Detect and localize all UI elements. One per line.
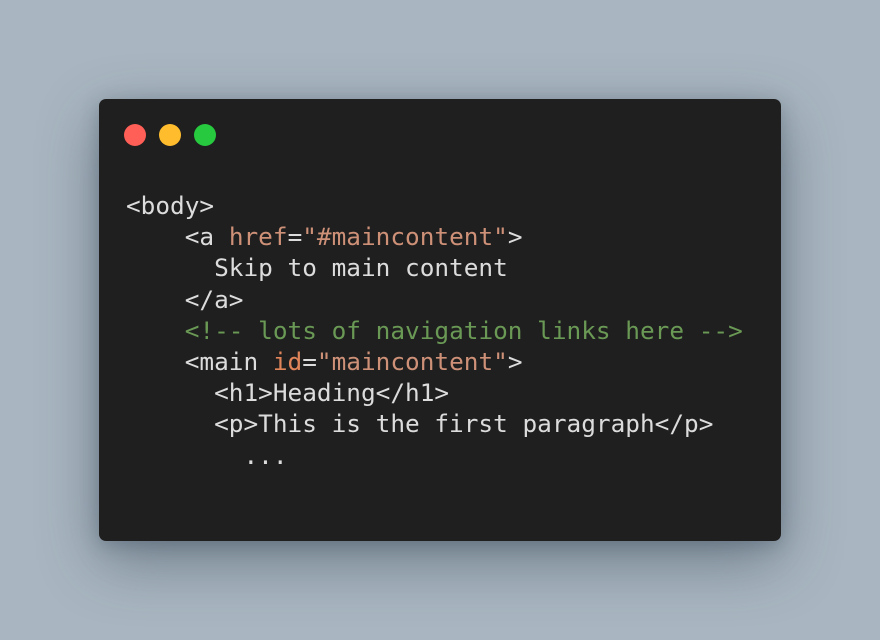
code-token-tag: > [507, 222, 523, 252]
code-token-tag: </a> [184, 284, 244, 314]
code-token-text: ... [243, 440, 288, 470]
code-line: <body> [126, 190, 743, 221]
code-line: <h1>Heading</h1> [126, 377, 743, 408]
code-token-text: Skip to main content [214, 253, 508, 283]
code-token-str: "#maincontent" [302, 222, 508, 252]
code-token-tag: = [302, 346, 317, 376]
code-token-comment: <!-- lots of navigation links here --> [184, 315, 743, 345]
code-token-tag: <a [184, 222, 229, 252]
zoom-dot-icon[interactable] [194, 124, 216, 146]
code-block: <body> <a href="#maincontent"> Skip to m… [126, 190, 743, 471]
code-token-attrc: id [272, 346, 303, 376]
code-line: <a href="#maincontent"> [126, 221, 743, 252]
code-line: Skip to main content [126, 252, 743, 283]
code-token-tag: <h1>Heading</h1> [214, 378, 450, 408]
code-token-tag: <p>This is the first paragraph</p> [214, 409, 714, 439]
code-line: <!-- lots of navigation links here --> [126, 315, 743, 346]
code-line: ... [126, 440, 743, 471]
code-token-tag: <body> [126, 191, 215, 220]
code-line: </a> [126, 284, 743, 315]
code-token-tag: > [507, 346, 523, 376]
code-token-tag: <main [184, 346, 273, 376]
code-line: <main id="maincontent"> [126, 346, 743, 377]
code-token-tag: = [287, 222, 303, 252]
window-controls [124, 124, 216, 146]
code-token-attr: href [228, 222, 288, 252]
minimize-dot-icon[interactable] [159, 124, 181, 146]
code-window: <body> <a href="#maincontent"> Skip to m… [99, 99, 781, 541]
close-dot-icon[interactable] [124, 124, 146, 146]
code-line: <p>This is the first paragraph</p> [126, 408, 743, 439]
code-token-str: "maincontent" [316, 346, 508, 376]
